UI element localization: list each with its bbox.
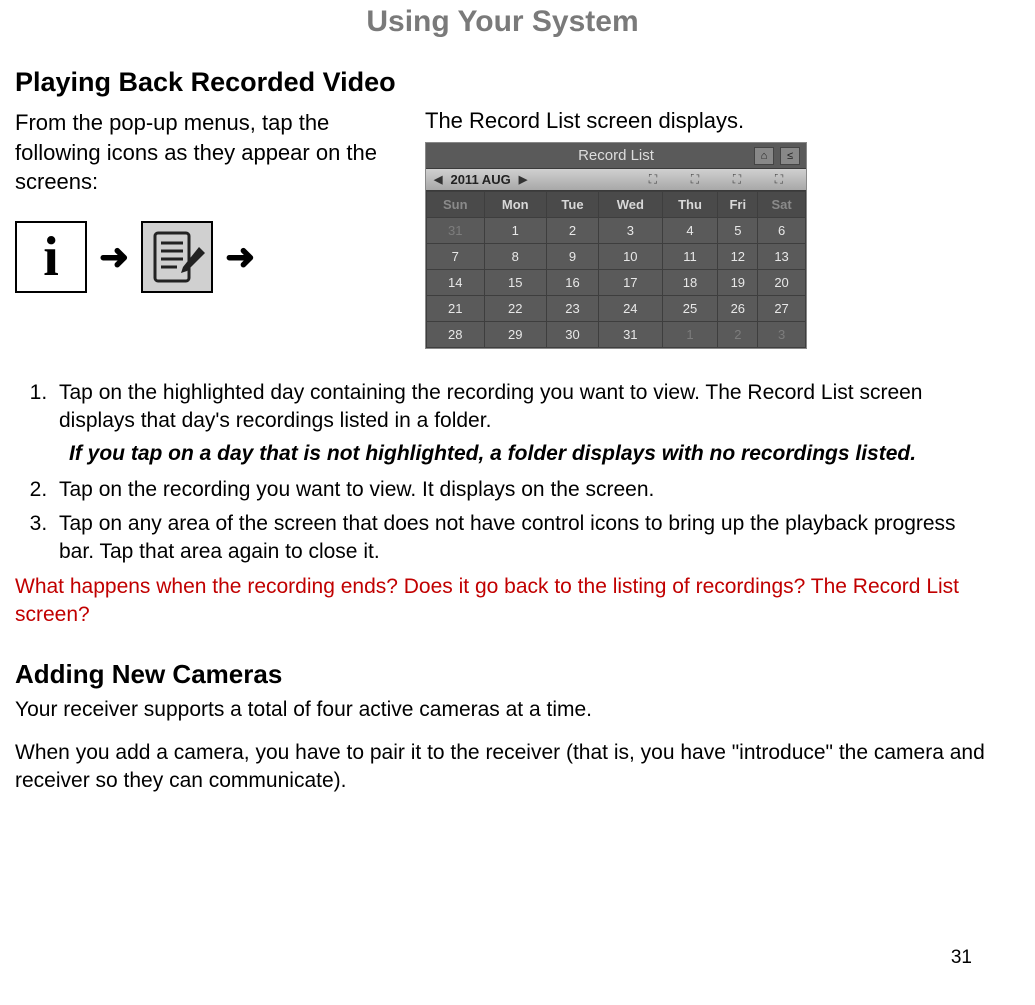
calendar-day-cell[interactable]: 27 <box>758 296 806 322</box>
camera-slot-icon: ⛶ <box>649 172 657 187</box>
back-icon[interactable]: ≤ <box>780 147 800 165</box>
calendar-day-cell[interactable]: 2 <box>546 218 598 244</box>
calendar-day-cell[interactable]: 11 <box>662 244 718 270</box>
note-edit-icon <box>141 221 213 293</box>
next-month-icon[interactable]: ▶ <box>519 173 527 186</box>
page-number: 31 <box>951 947 972 969</box>
home-icon[interactable]: ⌂ <box>754 147 774 165</box>
record-list-title-bar: Record List ⌂ ≤ <box>426 143 806 169</box>
calendar-day-cell[interactable]: 17 <box>599 270 663 296</box>
calendar-day-cell[interactable]: 31 <box>427 218 485 244</box>
calendar-table: SunMonTueWedThuFriSat 311234567891011121… <box>426 191 806 348</box>
section-heading-cameras: Adding New Cameras <box>15 659 990 690</box>
info-icon: i <box>15 221 87 293</box>
calendar-day-cell[interactable]: 2 <box>718 322 758 348</box>
right-column: The Record List screen displays. Record … <box>425 108 990 349</box>
calendar-day-cell[interactable]: 16 <box>546 270 598 296</box>
calendar-day-cell[interactable]: 6 <box>758 218 806 244</box>
step-1: Tap on the highlighted day containing th… <box>53 379 990 436</box>
calendar-day-cell[interactable]: 9 <box>546 244 598 270</box>
calendar-day-cell[interactable]: 8 <box>484 244 546 270</box>
calendar-day-cell[interactable]: 1 <box>662 322 718 348</box>
calendar-day-cell[interactable]: 3 <box>758 322 806 348</box>
record-list-title: Record List <box>578 147 654 164</box>
calendar-day-header: Wed <box>599 192 663 218</box>
calendar-day-cell[interactable]: 10 <box>599 244 663 270</box>
record-list-caption: The Record List screen displays. <box>425 108 990 134</box>
calendar-day-cell[interactable]: 12 <box>718 244 758 270</box>
cameras-p1: Your receiver supports a total of four a… <box>15 696 990 724</box>
calendar-day-cell[interactable]: 24 <box>599 296 663 322</box>
calendar-day-header: Sat <box>758 192 806 218</box>
calendar-day-cell[interactable]: 18 <box>662 270 718 296</box>
calendar-day-cell[interactable]: 21 <box>427 296 485 322</box>
step-note: If you tap on a day that is not highligh… <box>69 442 990 466</box>
calendar-day-cell[interactable]: 13 <box>758 244 806 270</box>
cameras-p2: When you add a camera, you have to pair … <box>15 739 990 796</box>
calendar-day-cell[interactable]: 4 <box>662 218 718 244</box>
calendar-day-cell[interactable]: 14 <box>427 270 485 296</box>
left-column: From the pop-up menus, tap the following… <box>15 108 395 349</box>
calendar-day-header: Fri <box>718 192 758 218</box>
camera-slots: ⛶ ⛶ ⛶ ⛶ <box>632 172 806 187</box>
calendar-day-header: Sun <box>427 192 485 218</box>
intro-text: From the pop-up menus, tap the following… <box>15 108 395 197</box>
calendar-day-cell[interactable]: 19 <box>718 270 758 296</box>
review-comment: What happens when the recording ends? Do… <box>15 573 990 630</box>
calendar-day-header: Thu <box>662 192 718 218</box>
calendar-day-cell[interactable]: 5 <box>718 218 758 244</box>
month-label: 2011 AUG <box>450 172 510 187</box>
steps-list-cont: Tap on the recording you want to view. I… <box>15 476 990 567</box>
calendar-day-cell[interactable]: 26 <box>718 296 758 322</box>
section-heading-playback: Playing Back Recorded Video <box>15 67 990 98</box>
steps-list: Tap on the highlighted day containing th… <box>15 379 990 436</box>
calendar-day-cell[interactable]: 25 <box>662 296 718 322</box>
calendar-day-cell[interactable]: 23 <box>546 296 598 322</box>
month-selector: ◀ 2011 AUG ▶ ⛶ ⛶ ⛶ ⛶ <box>426 169 806 191</box>
calendar-day-cell[interactable]: 7 <box>427 244 485 270</box>
calendar-day-cell[interactable]: 31 <box>599 322 663 348</box>
calendar-day-cell[interactable]: 22 <box>484 296 546 322</box>
record-list-widget: Record List ⌂ ≤ ◀ 2011 AUG ▶ ⛶ ⛶ ⛶ ⛶ <box>425 142 807 349</box>
calendar-day-cell[interactable]: 29 <box>484 322 546 348</box>
calendar-day-cell[interactable]: 28 <box>427 322 485 348</box>
step-3: Tap on any area of the screen that does … <box>53 510 990 567</box>
arrow-icon: ➜ <box>99 236 129 278</box>
arrow-icon: ➜ <box>225 236 255 278</box>
camera-slot-icon: ⛶ <box>733 172 741 187</box>
calendar-day-header: Mon <box>484 192 546 218</box>
step-2: Tap on the recording you want to view. I… <box>53 476 990 504</box>
calendar-day-cell[interactable]: 15 <box>484 270 546 296</box>
calendar-day-cell[interactable]: 20 <box>758 270 806 296</box>
icon-sequence: i ➜ ➜ <box>15 221 395 293</box>
calendar-day-cell[interactable]: 30 <box>546 322 598 348</box>
calendar-day-cell[interactable]: 1 <box>484 218 546 244</box>
page-title: Using Your System <box>15 5 990 39</box>
calendar-day-cell[interactable]: 3 <box>599 218 663 244</box>
camera-slot-icon: ⛶ <box>775 172 783 187</box>
calendar-day-header: Tue <box>546 192 598 218</box>
camera-slot-icon: ⛶ <box>691 172 699 187</box>
prev-month-icon[interactable]: ◀ <box>434 173 442 186</box>
